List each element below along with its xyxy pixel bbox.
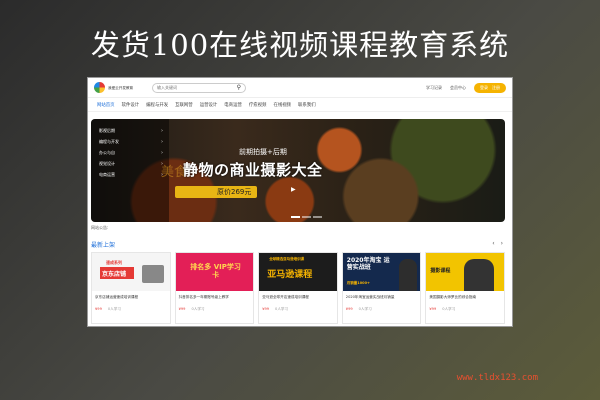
banner-price-tag[interactable]: 原价269元 <box>175 186 258 198</box>
thumb-text: 2020年淘宝 运营实战班 <box>346 257 390 271</box>
nav-item-internet[interactable]: 互联网营 <box>175 102 193 108</box>
category-item[interactable]: 电商运营 › <box>91 169 169 180</box>
course-learners: 0人学习 <box>442 307 456 311</box>
register-button[interactable]: 注册 <box>492 85 500 91</box>
carousel-dots <box>291 216 322 218</box>
course-list: 京东店铺 速成系列 京东店铺运营速成培训课程 ¥99 0人学习 排名多 VIP学习… <box>91 252 505 324</box>
logo-text: 我爱云开发教育 <box>108 85 134 90</box>
thumb-subtext: 全球精选亚马逊培训课 <box>269 257 305 261</box>
section-title: 最新上架 <box>91 242 116 249</box>
banner-title: 静物の商业摄影大全 <box>183 161 323 179</box>
category-label: 视觉设计 <box>99 160 115 166</box>
search-icon[interactable]: ⚲ <box>237 84 241 91</box>
course-card[interactable]: 摄影课程 美国摄影大师罗比的综合指南 ¥99 0人学习 <box>425 252 505 324</box>
course-thumbnail[interactable]: 全球精选亚马逊培训课 亚马逊课程 <box>259 253 337 291</box>
thumb-text: 京东店铺 <box>102 271 127 278</box>
carousel-dot[interactable] <box>302 216 311 218</box>
link-member-center[interactable]: 会员中心 <box>450 85 466 91</box>
course-price: ¥99 <box>345 307 353 311</box>
main-nav: 网站首页 软件设计 编程与开发 互联网营 运营设计 电商运营 疗愈视频 在线视频… <box>88 98 512 112</box>
course-meta: ¥99 0人学习 <box>259 305 337 314</box>
thumb-text: 摄影课程 <box>430 268 451 274</box>
category-label: 办公与自 <box>99 149 115 155</box>
course-learners: 0人学习 <box>358 307 372 311</box>
category-item[interactable]: 编程与开发 › <box>91 136 169 147</box>
link-study-record[interactable]: 学习记录 <box>426 85 442 91</box>
carousel-dot[interactable] <box>313 216 322 218</box>
course-meta: ¥99 0人学习 <box>343 305 421 314</box>
course-thumbnail[interactable]: 排名多 VIP学习卡 <box>175 253 254 291</box>
site-logo[interactable]: 我爱云开发教育 <box>94 82 150 93</box>
notice-label: 网站公告: <box>91 225 109 230</box>
nav-item-home[interactable]: 网站首页 <box>97 102 115 108</box>
course-learners: 0人学习 <box>275 307 289 311</box>
search-box[interactable]: ⚲ <box>152 82 246 93</box>
banner-subtitle: 前期拍摄+后期 <box>239 148 287 156</box>
nav-item-ecommerce[interactable]: 电商运营 <box>224 102 242 108</box>
course-title[interactable]: 美国摄影大师罗比的综合指南 <box>426 291 504 305</box>
course-title[interactable]: 京东店铺运营速成培训课程 <box>92 291 170 305</box>
course-price: ¥99 <box>429 307 437 311</box>
course-price: ¥99 <box>262 307 270 311</box>
chevron-right-icon: › <box>161 127 163 134</box>
course-thumbnail[interactable]: 2020年淘宝 运营实战班 月销量1000+ <box>342 253 421 291</box>
course-title[interactable]: 抖音排名多一年期账号级上教学 <box>176 291 254 305</box>
category-item[interactable]: 办公与自 › <box>91 147 169 158</box>
thumb-subtext: 月销量1000+ <box>346 281 370 285</box>
thumb-text: 亚马逊课程 <box>267 270 313 280</box>
category-label: 电商运营 <box>99 171 115 177</box>
course-price: ¥99 <box>95 307 102 311</box>
search-input[interactable] <box>157 85 227 90</box>
play-icon[interactable]: ▶ <box>291 186 296 193</box>
nav-item-programming[interactable]: 编程与开发 <box>146 102 168 108</box>
category-item[interactable]: 视觉设计 › <box>91 158 169 169</box>
course-card[interactable]: 2020年淘宝 运营实战班 月销量1000+ 2020年淘宝运营实战班月销量 ¥… <box>341 252 422 324</box>
course-learners: 0人学习 <box>191 307 205 311</box>
chevron-right-icon: › <box>161 149 163 156</box>
course-thumbnail[interactable]: 京东店铺 速成系列 <box>92 253 170 291</box>
thumb-subtext: 速成系列 <box>106 260 122 265</box>
course-title[interactable]: 亚马逊全球开店速成培训课程 <box>259 291 337 305</box>
login-button[interactable]: 登录 <box>480 85 488 91</box>
watermark-url: www.tldx123.com <box>456 373 538 383</box>
carousel-dot[interactable] <box>291 216 300 218</box>
course-card[interactable]: 全球精选亚马逊培训课 亚马逊课程 亚马逊全球开店速成培训课程 ¥99 0人学习 <box>258 252 338 324</box>
course-meta: ¥99 0人学习 <box>92 305 170 314</box>
course-card[interactable]: 京东店铺 速成系列 京东店铺运营速成培训课程 ¥99 0人学习 <box>91 252 171 324</box>
top-links: 学习记录 会员中心 登录 注册 <box>426 82 506 93</box>
auth-pill: 登录 注册 <box>474 82 506 93</box>
course-meta: ¥99 0人学习 <box>176 305 254 314</box>
nav-item-video[interactable]: 在线视频 <box>273 102 291 108</box>
chevron-right-icon: › <box>161 138 163 145</box>
course-card[interactable]: 排名多 VIP学习卡 抖音排名多一年期账号级上教学 ¥99 0人学习 <box>174 252 255 324</box>
course-meta: ¥99 0人学习 <box>426 305 504 314</box>
nav-item-software[interactable]: 软件设计 <box>122 102 140 108</box>
section-pager: ‹ › <box>492 240 503 247</box>
course-thumbnail[interactable]: 摄影课程 <box>426 253 504 291</box>
category-label: 影视后期 <box>99 127 115 133</box>
nav-item-healing[interactable]: 疗愈视频 <box>249 102 267 108</box>
prev-arrow-icon[interactable]: ‹ <box>492 240 494 247</box>
next-arrow-icon[interactable]: › <box>501 240 503 247</box>
logo-icon <box>94 82 105 93</box>
page-headline: 发货100在线视频课程教育系统 <box>90 28 510 62</box>
website-screenshot: 我爱云开发教育 ⚲ 学习记录 会员中心 登录 注册 网站首页 软件设计 编程与开… <box>87 77 513 327</box>
category-item[interactable]: 影视后期 › <box>91 125 169 136</box>
top-bar: 我爱云开发教育 ⚲ 学习记录 会员中心 登录 注册 <box>88 78 512 98</box>
category-label: 编程与开发 <box>99 138 119 144</box>
category-panel: 影视后期 › 编程与开发 › 办公与自 › 视觉设计 › 电商运营 › <box>91 119 169 222</box>
course-learners: 0人学习 <box>107 307 121 311</box>
course-title[interactable]: 2020年淘宝运营实战班月销量 <box>343 291 421 305</box>
course-price: ¥99 <box>178 307 186 311</box>
nav-item-design[interactable]: 运营设计 <box>200 102 218 108</box>
nav-item-contact[interactable]: 联系我们 <box>298 102 316 108</box>
thumb-text: 排名多 VIP学习卡 <box>190 263 241 279</box>
hero-banner[interactable]: 影视后期 › 编程与开发 › 办公与自 › 视觉设计 › 电商运营 › 美食 前期拍摄+后… <box>91 119 505 222</box>
